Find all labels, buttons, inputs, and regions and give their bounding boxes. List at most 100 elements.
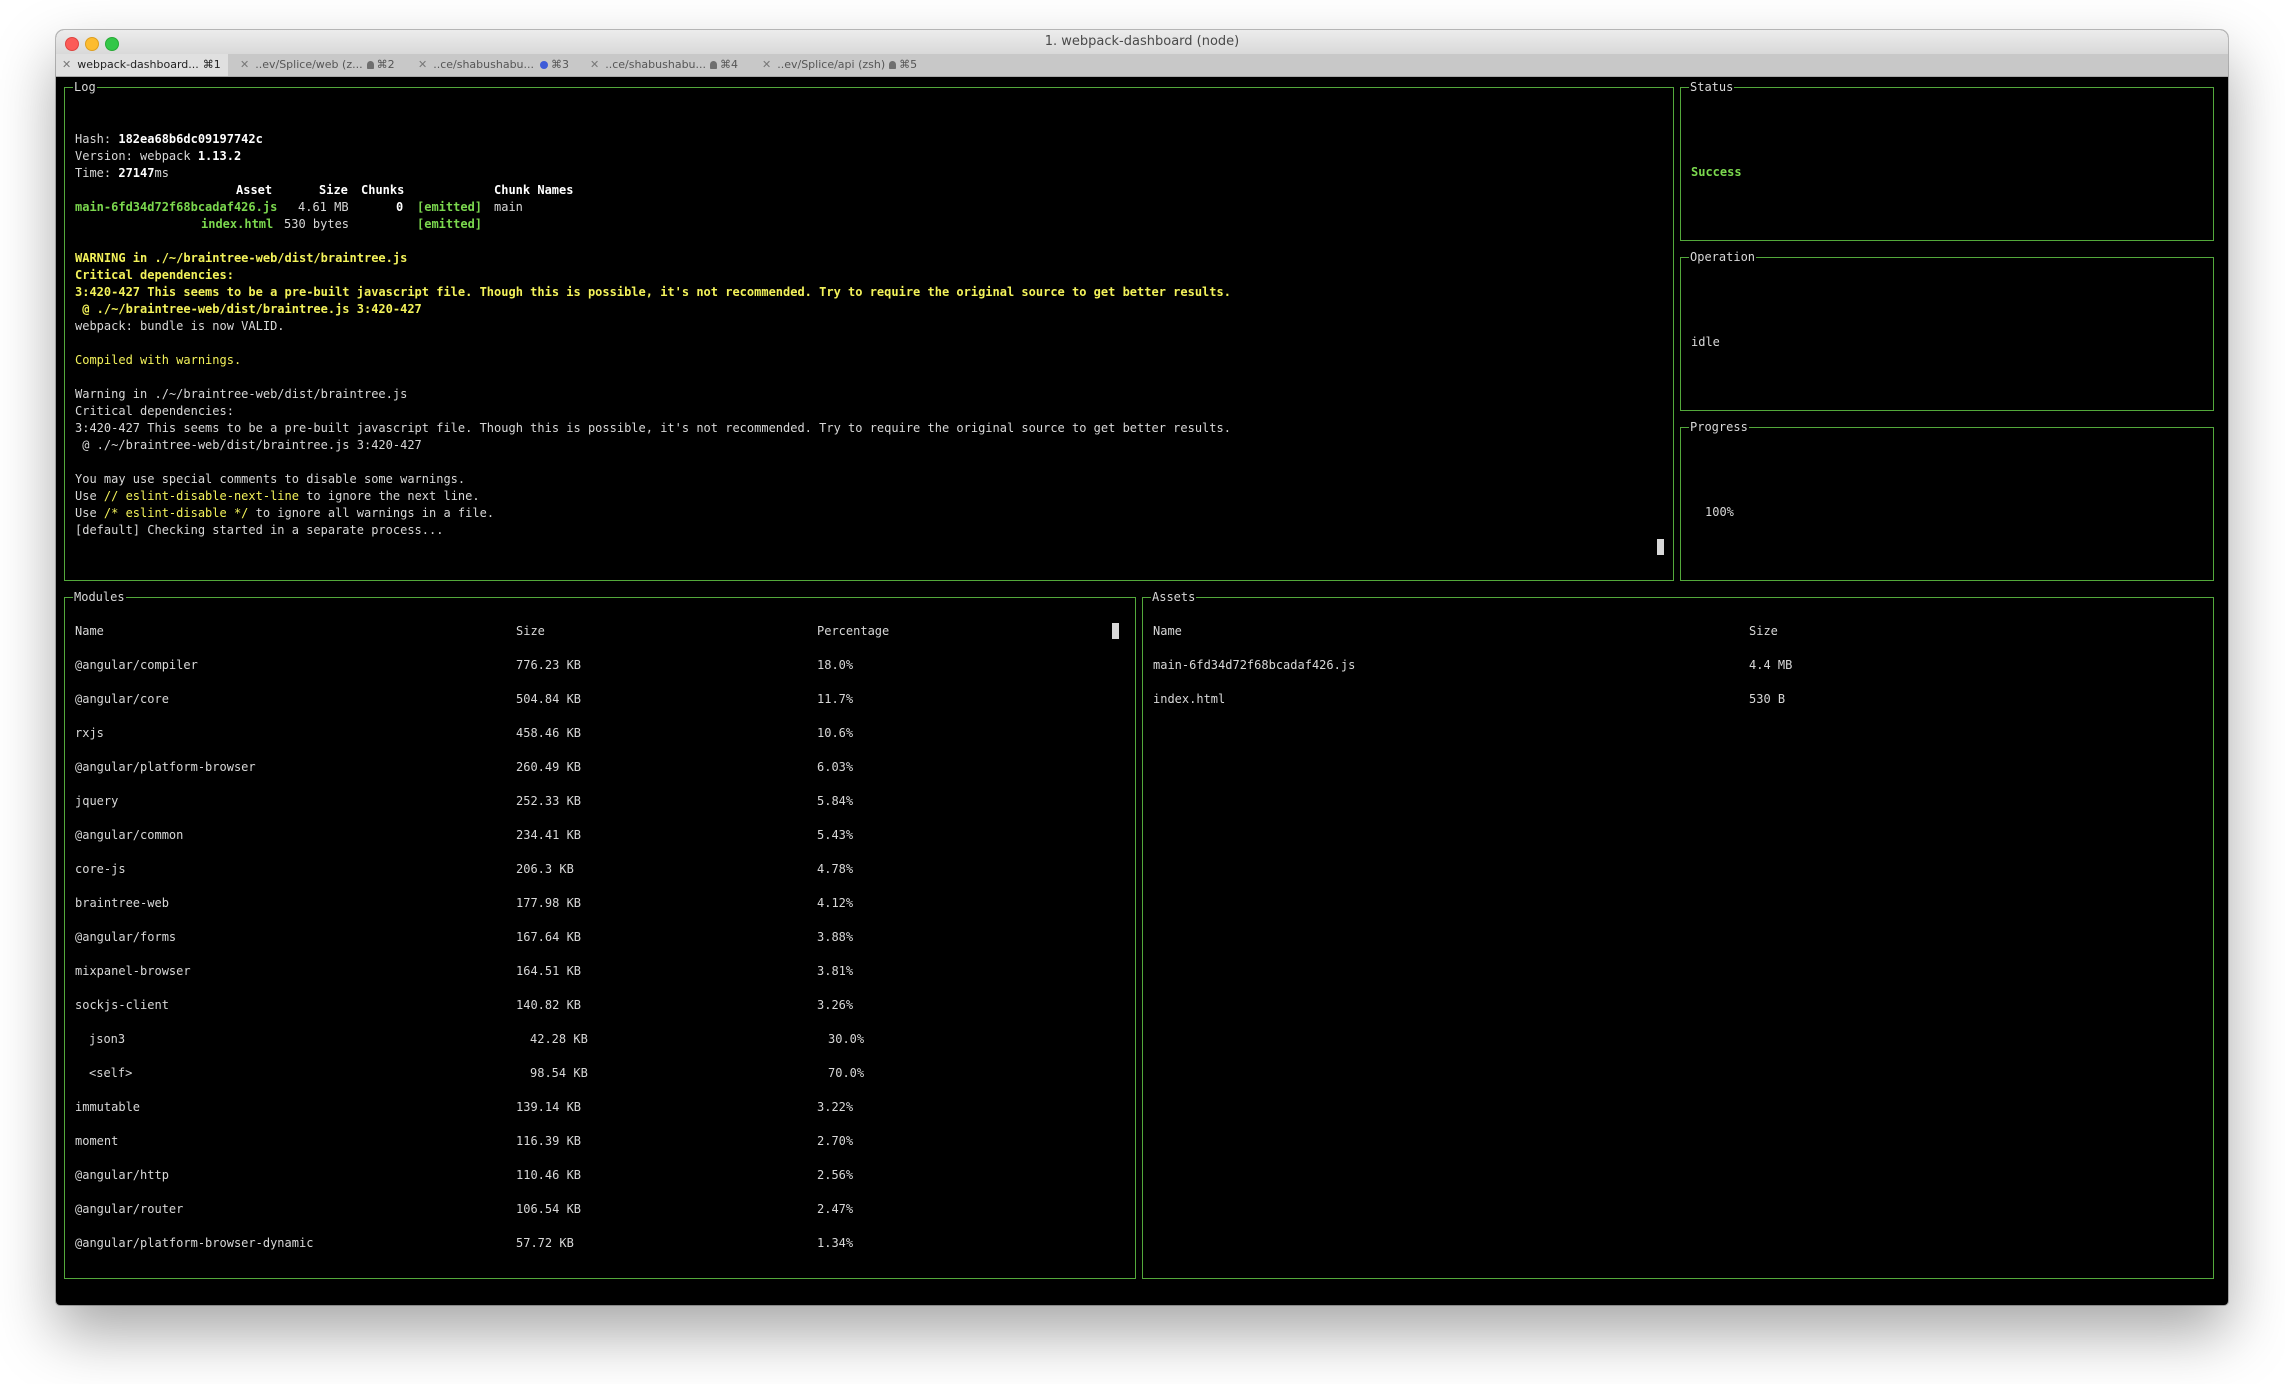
module-row-pct: 11.7%: [817, 692, 854, 706]
tab-label: ..ce/shabushabu...: [433, 58, 535, 71]
module-row-pct: 5.84%: [817, 794, 854, 808]
module-row-name: @angular/platform-browser-dynamic: [75, 1236, 314, 1250]
time-value: 27147: [118, 166, 155, 180]
close-tab-icon[interactable]: ✕: [240, 58, 249, 71]
tab-4[interactable]: ✕ ..ce/shabushabu... ⌘4: [584, 54, 756, 76]
valid-line: webpack: bundle is now VALID.: [75, 319, 285, 333]
module-row-name: mixpanel-browser: [75, 964, 191, 978]
module-row-pct: 3.81%: [817, 964, 854, 978]
module-row-pct: 3.88%: [817, 930, 854, 944]
bell-icon: [710, 61, 718, 69]
zoom-button[interactable]: [105, 37, 119, 51]
log-panel-title: Log: [73, 79, 97, 95]
modules-scrollbar[interactable]: [1112, 623, 1119, 639]
asset1-emitted: [emitted]: [417, 200, 483, 214]
close-tab-icon[interactable]: ✕: [418, 58, 427, 71]
tab-3[interactable]: ✕ ..ce/shabushabu... ⌘3: [412, 54, 584, 76]
tab-1[interactable]: ✕ webpack-dashboard... ⌘1: [56, 54, 228, 76]
module-row-size: 98.54 KB: [530, 1066, 588, 1080]
minimize-button[interactable]: [85, 37, 99, 51]
module-row-size: 42.28 KB: [530, 1032, 588, 1046]
at2-line: @ ./~/braintree-web/dist/braintree.js 3:…: [75, 438, 422, 452]
bell-icon: [889, 61, 897, 69]
modules-panel-title: Modules: [73, 589, 126, 605]
module-row-name: sockjs-client: [75, 998, 169, 1012]
warning-line: WARNING in ./~/braintree-web/dist/braint…: [75, 251, 408, 265]
close-tab-icon[interactable]: ✕: [590, 58, 599, 71]
module-row-size: 458.46 KB: [516, 726, 582, 740]
time-label: Time:: [75, 166, 119, 180]
module-row-name: @angular/http: [75, 1168, 169, 1182]
assets-panel[interactable]: Assets Name Size main-6fd34d72f68bcadaf4…: [1142, 589, 2214, 1279]
tab-label: ..ce/shabushabu...: [605, 58, 707, 71]
module-row-pct: 4.78%: [817, 862, 854, 876]
module-row-size: 57.72 KB: [516, 1236, 574, 1250]
eslint-next-code: // eslint-disable-next-line: [103, 489, 299, 503]
asset-header: Asset: [236, 183, 273, 197]
eslint-next-line: Use // eslint-disable-next-line to ignor…: [75, 488, 480, 504]
module-row-size: 206.3 KB: [516, 862, 574, 876]
module-row-pct: 6.03%: [817, 760, 854, 774]
module-row-pct: 3.26%: [817, 998, 854, 1012]
module-row-name: immutable: [75, 1100, 141, 1114]
asset2-name: index.html: [201, 217, 274, 231]
comments-line: You may use special comments to disable …: [75, 472, 466, 486]
modules-panel[interactable]: Modules Name Size Percentage @angular/co…: [64, 589, 1136, 1279]
tab-label: ..ev/Splice/web (z...: [255, 58, 363, 71]
hash-label: Hash:: [75, 132, 119, 146]
prebuilt-line: 3:420-427 This seems to be a pre-built j…: [75, 285, 1231, 299]
size-header: Size: [319, 183, 348, 197]
module-row-pct: 2.56%: [817, 1168, 854, 1182]
asset1-size: 4.61 MB: [298, 200, 349, 214]
tab-2[interactable]: ✕ ..ev/Splice/web (z... ⌘2: [234, 54, 406, 76]
module-row-size: 260.49 KB: [516, 760, 582, 774]
checking-line: [default] Checking started in a separate…: [75, 523, 444, 537]
asset2-size: 530 bytes: [284, 217, 350, 231]
bell-icon: [366, 61, 374, 69]
close-tab-icon[interactable]: ✕: [62, 58, 71, 71]
assets-size-header: Size: [1749, 624, 1778, 638]
close-tab-icon[interactable]: ✕: [762, 58, 771, 71]
asset1-chunk-name: main: [494, 200, 523, 214]
module-row-size: 234.41 KB: [516, 828, 582, 842]
critical-line: Critical dependencies:: [75, 268, 234, 282]
module-row-name: core-js: [75, 862, 126, 876]
log-scrollbar[interactable]: [1657, 539, 1664, 555]
terminal-window: 1. webpack-dashboard (node) ✕ webpack-das…: [56, 30, 2228, 1305]
module-row-pct: 2.47%: [817, 1202, 854, 1216]
asset-row-name: main-6fd34d72f68bcadaf426.js: [1153, 658, 1356, 672]
asset-row-name: index.html: [1153, 692, 1226, 706]
module-row-pct: 3.22%: [817, 1100, 854, 1114]
module-row-size: 140.82 KB: [516, 998, 582, 1012]
module-row-name: jquery: [75, 794, 119, 808]
tab-bar: ✕ webpack-dashboard... ⌘1 ✕ ..ev/Splice/web…: [56, 54, 2228, 77]
module-row-name: @angular/forms: [75, 930, 177, 944]
tab-5[interactable]: ✕ ..ev/Splice/api (zsh) ⌘5: [756, 54, 946, 76]
status-panel-title: Status: [1689, 79, 1735, 95]
module-row-size: 504.84 KB: [516, 692, 582, 706]
module-row-size: 164.51 KB: [516, 964, 582, 978]
module-row-size: 139.14 KB: [516, 1100, 582, 1114]
close-button[interactable]: [65, 37, 79, 51]
eslint-all-code: /* eslint-disable */: [103, 506, 249, 520]
activity-dot-icon: [540, 61, 549, 69]
log-panel[interactable]: Log Hash: 182ea68b6dc09197742c Version: …: [64, 79, 1674, 581]
eslint-all-line: Use /* eslint-disable */ to ignore all w…: [75, 505, 494, 521]
title-bar: 1. webpack-dashboard (node): [56, 30, 2228, 54]
module-row-name: @angular/common: [75, 828, 184, 842]
tab-shortcut: ⌘4: [720, 58, 739, 71]
use-label: Use: [75, 506, 104, 520]
asset2-emitted: [emitted]: [417, 217, 483, 231]
tab-shortcut: ⌘3: [551, 58, 570, 71]
progress-value: 100%: [1705, 505, 1734, 519]
log-version-line: Version: webpack 1.13.2: [75, 148, 241, 164]
assets-name-header: Name: [1153, 624, 1182, 638]
module-row-pct: 4.12%: [817, 896, 854, 910]
eslint-all-suffix: to ignore all warnings in a file.: [248, 506, 495, 520]
asset1-name: main-6fd34d72f68bcadaf426.js: [75, 200, 278, 214]
module-row-size: 177.98 KB: [516, 896, 582, 910]
module-row-pct: 5.43%: [817, 828, 854, 842]
module-row-size: 116.39 KB: [516, 1134, 582, 1148]
asset-row-size: 530 B: [1749, 692, 1786, 706]
version-label: Version: webpack: [75, 149, 198, 163]
